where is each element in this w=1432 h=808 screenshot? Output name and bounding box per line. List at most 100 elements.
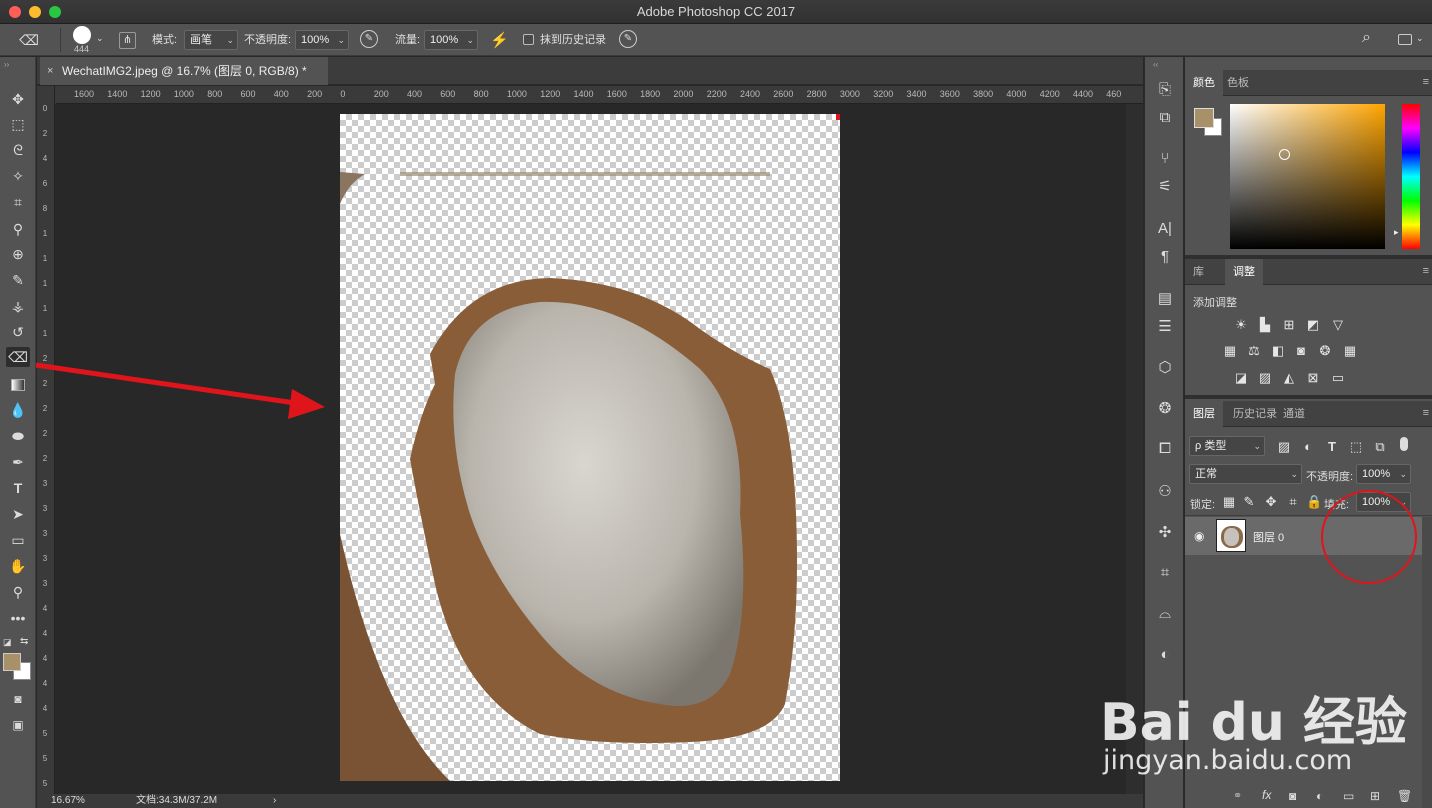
- styles-panel-icon[interactable]: ❂: [1153, 398, 1177, 420]
- lock-all-icon[interactable]: 🔒: [1306, 495, 1322, 509]
- close-window-button[interactable]: [9, 6, 21, 18]
- eye-icon[interactable]: ◉: [1194, 529, 1204, 543]
- tab-layers[interactable]: 图层: [1185, 401, 1223, 427]
- pen-tool-icon[interactable]: ✒: [6, 452, 30, 472]
- eraser-tool-icon[interactable]: ⌫: [6, 347, 30, 367]
- pressure-size-icon[interactable]: ✎: [619, 30, 637, 48]
- layer-opacity-input[interactable]: 100% ⌄: [1356, 464, 1411, 484]
- healing-brush-tool-icon[interactable]: ⊕: [6, 244, 30, 264]
- marquee-tool-icon[interactable]: ⬚: [6, 114, 30, 134]
- pressure-opacity-icon[interactable]: ✎: [360, 30, 378, 48]
- collapse-icon[interactable]: ‹‹: [1153, 60, 1158, 69]
- puzzle-panel-icon[interactable]: ✣: [1153, 522, 1177, 544]
- character-panel-icon[interactable]: A|: [1153, 218, 1177, 240]
- opacity-input[interactable]: 100% ⌄: [295, 30, 349, 50]
- screen-mode-icon[interactable]: ▣: [6, 715, 30, 735]
- brush-tool-icon[interactable]: ✎: [6, 270, 30, 290]
- tab-swatches[interactable]: 色板: [1219, 70, 1257, 96]
- hue-slider[interactable]: [1402, 104, 1420, 249]
- tab-channels[interactable]: 通道: [1275, 401, 1313, 427]
- eyedropper-tool-icon[interactable]: ⚲: [6, 219, 30, 239]
- workspace-icon[interactable]: [1398, 34, 1412, 45]
- fx-icon[interactable]: fx: [1262, 788, 1271, 802]
- type-tool-icon[interactable]: T: [6, 478, 30, 498]
- close-tab-icon[interactable]: ×: [47, 57, 53, 85]
- panel-menu-icon[interactable]: ≡: [1423, 76, 1429, 88]
- channel-mixer-icon[interactable]: ❂: [1317, 344, 1333, 358]
- lock-transparent-icon[interactable]: ▦: [1221, 495, 1237, 509]
- glyphs-panel-icon[interactable]: ▤: [1153, 288, 1177, 310]
- black-white-icon[interactable]: ◧: [1270, 344, 1286, 358]
- panel-menu-icon[interactable]: ≡: [1423, 407, 1429, 419]
- lock-image-icon[interactable]: ✎: [1241, 495, 1257, 509]
- blur-tool-icon[interactable]: 💧: [6, 400, 30, 420]
- brush-preview-icon[interactable]: [73, 26, 91, 44]
- curves-icon[interactable]: ⊞: [1281, 318, 1297, 332]
- gradient-tool-icon[interactable]: [6, 374, 30, 394]
- layer-comps-icon[interactable]: ⧠: [1153, 438, 1177, 460]
- levels-icon[interactable]: ▙: [1257, 318, 1273, 332]
- brightness-contrast-icon[interactable]: ☀: [1233, 318, 1249, 332]
- dodge-tool-icon[interactable]: ⬬: [6, 426, 30, 446]
- vibrance-icon[interactable]: ▽: [1330, 318, 1346, 332]
- photo-filter-icon[interactable]: ◙: [1293, 344, 1309, 358]
- brush-panel-toggle-icon[interactable]: ⋔: [119, 32, 136, 49]
- filter-adjustment-icon[interactable]: ◐: [1300, 440, 1316, 454]
- path-selection-tool-icon[interactable]: ➤: [6, 504, 30, 524]
- search-icon[interactable]: ⌕: [1362, 29, 1371, 47]
- crop-panel-icon[interactable]: ⌗: [1153, 562, 1177, 584]
- blend-mode-select[interactable]: 正常 ⌄: [1189, 464, 1302, 484]
- notes-panel-icon[interactable]: ☰: [1153, 316, 1177, 338]
- invert-icon[interactable]: ◪: [1233, 371, 1249, 385]
- filter-smart-object-icon[interactable]: ⧉: [1372, 440, 1388, 454]
- foreground-color-swatch[interactable]: [3, 653, 21, 671]
- filter-shape-icon[interactable]: ⬚: [1348, 440, 1364, 454]
- tab-adjustments[interactable]: 调整: [1225, 259, 1263, 285]
- foreground-color-swatch[interactable]: [1194, 108, 1214, 128]
- hue-slider-handle-icon[interactable]: ▸: [1394, 227, 1399, 238]
- erase-to-history-checkbox[interactable]: [523, 34, 534, 45]
- lock-position-icon[interactable]: ✥: [1263, 495, 1279, 509]
- airbrush-icon[interactable]: ⚡: [490, 31, 509, 49]
- hue-saturation-icon[interactable]: ▦: [1222, 344, 1238, 358]
- new-adjustment-icon[interactable]: ◐: [1316, 789, 1323, 803]
- move-tool-icon[interactable]: ✥: [6, 89, 30, 109]
- swap-colors-icon[interactable]: ⇆: [20, 636, 28, 647]
- filter-pixel-icon[interactable]: ▨: [1276, 440, 1292, 454]
- add-mask-icon[interactable]: ◙: [1289, 789, 1296, 803]
- filter-type-icon[interactable]: T: [1324, 440, 1340, 454]
- rectangle-tool-icon[interactable]: ▭: [6, 530, 30, 550]
- status-menu-chevron-icon[interactable]: ›: [273, 794, 276, 808]
- document-tab[interactable]: × WechatIMG2.jpeg @ 16.7% (图层 0, RGB/8) …: [40, 57, 328, 85]
- layer-filter-select[interactable]: ρ 类型 ⌄: [1189, 436, 1265, 456]
- minimize-window-button[interactable]: [29, 6, 41, 18]
- color-field[interactable]: [1230, 104, 1385, 249]
- selective-color-icon[interactable]: ⊠: [1305, 371, 1321, 385]
- more-tools-icon[interactable]: •••: [6, 608, 30, 628]
- filter-toggle-icon[interactable]: [1400, 437, 1408, 451]
- default-colors-icon[interactable]: ◪: [3, 637, 12, 648]
- properties-panel-icon[interactable]: ⧉: [1153, 107, 1177, 129]
- gradient-map-icon[interactable]: ▭: [1330, 371, 1346, 385]
- color-picker-handle[interactable]: [1279, 149, 1290, 160]
- new-group-icon[interactable]: ▭: [1343, 789, 1354, 803]
- link-layers-icon[interactable]: ⚭: [1233, 789, 1242, 802]
- lock-artboard-icon[interactable]: ⌗: [1285, 495, 1301, 509]
- lasso-tool-icon[interactable]: ᘓ: [6, 140, 30, 160]
- history-panel-icon[interactable]: ⎘: [1153, 79, 1177, 101]
- brush-settings-icon[interactable]: ⚟: [1153, 176, 1177, 198]
- delete-layer-icon[interactable]: 🗑: [1397, 789, 1412, 803]
- exposure-icon[interactable]: ◩: [1305, 318, 1321, 332]
- measurement-panel-icon[interactable]: ⌓: [1153, 603, 1177, 625]
- zoom-window-button[interactable]: [49, 6, 61, 18]
- layers-scrollbar[interactable]: [1422, 517, 1432, 808]
- mode-select[interactable]: 画笔 ⌄: [184, 30, 238, 50]
- threshold-icon[interactable]: ◭: [1281, 371, 1297, 385]
- tab-color[interactable]: 颜色: [1185, 70, 1223, 96]
- chevron-down-icon[interactable]: ⌄: [96, 33, 104, 44]
- quick-mask-icon[interactable]: ◙: [6, 689, 30, 709]
- layer-name[interactable]: 图层 0: [1253, 529, 1284, 545]
- magic-wand-tool-icon[interactable]: ✧: [6, 166, 30, 186]
- document-canvas[interactable]: [340, 114, 840, 781]
- history-brush-tool-icon[interactable]: ↺: [6, 322, 30, 342]
